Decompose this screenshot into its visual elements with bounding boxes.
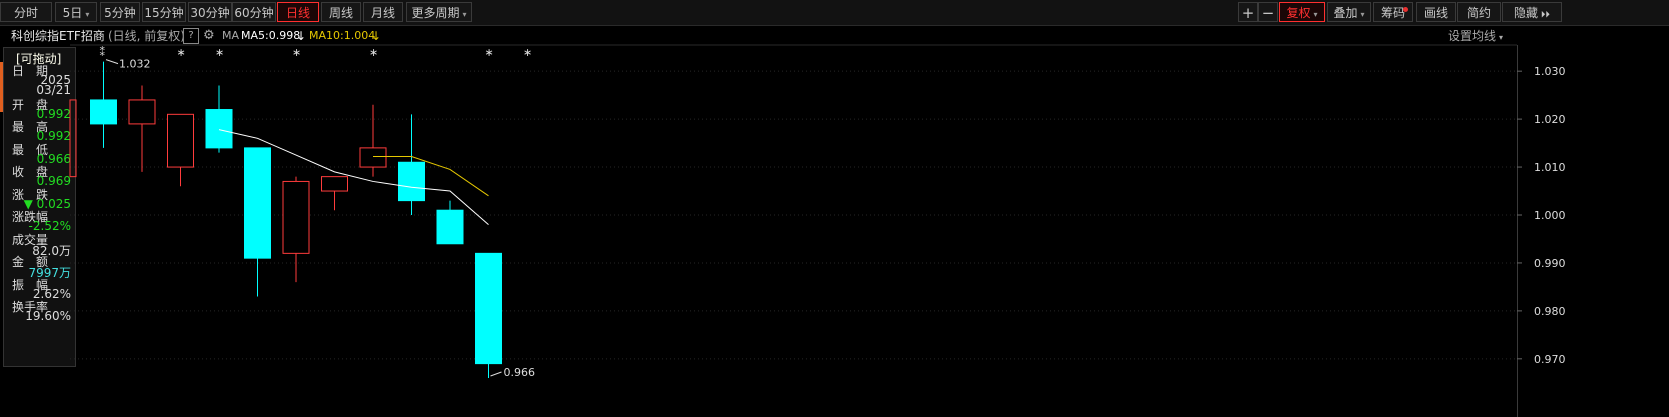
candle-body <box>359 147 387 168</box>
axis-tick-label: 0.970 <box>1534 353 1566 366</box>
event-star-icon: ∗ <box>215 46 224 59</box>
high-pointer <box>105 59 119 65</box>
high-annotation: 1.032 <box>119 58 151 71</box>
event-star-icon: ∗ <box>523 46 532 59</box>
event-star-icon: ∗ <box>177 46 186 59</box>
candle-body <box>244 147 271 259</box>
candle-body <box>90 99 117 125</box>
low-annotation: 0.966 <box>504 366 536 379</box>
axis-tick-label: 1.000 <box>1534 209 1566 222</box>
event-star-icon: ⁑ <box>100 46 106 59</box>
event-star-icon: ∗ <box>292 46 301 59</box>
event-star-icon: ∗ <box>485 46 494 59</box>
axis-tick-label: 0.980 <box>1534 305 1566 318</box>
axis-tick-label: 0.990 <box>1534 257 1566 270</box>
candle-body <box>321 176 348 192</box>
candle-body <box>205 109 233 149</box>
axis-tick-label: 1.010 <box>1534 161 1566 174</box>
candle-body <box>128 99 156 125</box>
candle-body <box>475 252 502 365</box>
axis-tick-label: 1.020 <box>1534 113 1566 126</box>
candle-body <box>436 209 464 245</box>
candle-body <box>398 161 425 202</box>
candlestick-chart[interactable]: 1.030 1.020 1.010 1.000 0.990 0.980 0.970 ⁑ ∗ ∗ ∗ ∗… <box>0 0 1669 417</box>
candle-body <box>282 180 310 254</box>
event-star-icon: ∗ <box>369 46 378 59</box>
ma10-line <box>373 156 489 197</box>
low-pointer <box>490 371 502 377</box>
partial-candle <box>69 99 77 178</box>
candle-body <box>167 113 194 168</box>
axis-tick-label: 1.030 <box>1534 65 1566 78</box>
